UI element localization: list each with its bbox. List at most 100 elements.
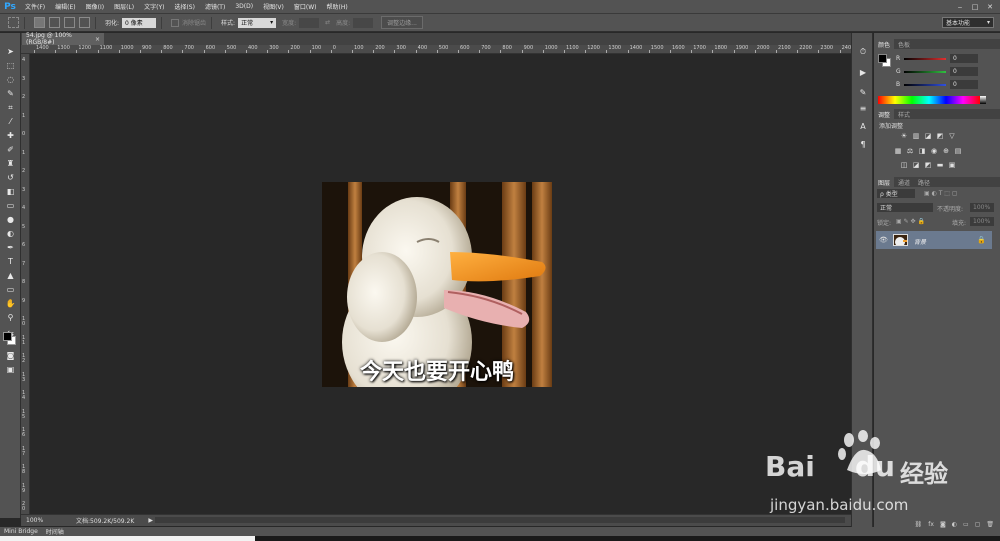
link-layers-icon[interactable]: ⛓ xyxy=(915,521,923,528)
foreground-color-swatch[interactable] xyxy=(3,332,12,341)
eraser-tool-icon[interactable]: ◧ xyxy=(5,187,16,196)
menu-filter[interactable]: 滤镜(T) xyxy=(200,2,230,11)
lasso-tool-icon[interactable]: ◌ xyxy=(5,75,16,84)
zoom-level[interactable]: 100% xyxy=(26,517,56,524)
tab-timeline[interactable]: 时间轴 xyxy=(42,527,68,536)
restore-button[interactable]: □ xyxy=(969,2,981,11)
vibrance-icon[interactable]: ▽ xyxy=(948,132,956,140)
marquee-tool-icon[interactable]: ⬚ xyxy=(5,61,16,70)
screen-mode-icon[interactable]: ▣ xyxy=(5,365,16,374)
tab-paths[interactable]: 路径 xyxy=(914,177,934,187)
stamp-tool-icon[interactable]: ♜ xyxy=(5,159,16,168)
new-selection-icon[interactable] xyxy=(34,17,45,28)
menu-type[interactable]: 文字(Y) xyxy=(139,2,169,11)
minimize-button[interactable]: ‒ xyxy=(954,2,966,11)
horizontal-scrollbar[interactable] xyxy=(155,517,845,523)
document-image[interactable]: 今天也要开心鸭 xyxy=(322,182,552,387)
shape-tool-icon[interactable]: ▭ xyxy=(5,285,16,294)
zoom-tool-icon[interactable]: ⚲ xyxy=(5,313,16,322)
black-white-icon[interactable]: ◨ xyxy=(918,147,926,155)
close-button[interactable]: ✕ xyxy=(984,2,996,11)
blend-mode-select[interactable]: 正常 xyxy=(877,203,933,212)
move-tool-icon[interactable]: ➤ xyxy=(5,47,16,56)
menu-3d[interactable]: 3D(D) xyxy=(230,3,258,10)
levels-icon[interactable]: ▥ xyxy=(912,132,920,140)
delete-layer-icon[interactable]: 🗑 xyxy=(986,521,994,528)
feather-input[interactable]: 0 像素 xyxy=(122,17,157,28)
tab-color[interactable]: 颜色 xyxy=(874,39,895,49)
pen-tool-icon[interactable]: ✒ xyxy=(5,243,16,252)
marquee-tool-preset-icon[interactable] xyxy=(8,17,19,28)
curves-icon[interactable]: ◪ xyxy=(924,132,932,140)
tab-channels[interactable]: 通道 xyxy=(894,177,914,187)
threshold-icon[interactable]: ◩ xyxy=(924,161,932,169)
document-tab[interactable]: 54.jpg @ 100%(RGB/8#) × xyxy=(22,32,104,46)
refine-edge-button[interactable]: 调整边缘... xyxy=(381,16,423,29)
channel-mixer-icon[interactable]: ⊕ xyxy=(942,147,950,155)
color-spectrum[interactable] xyxy=(878,96,980,104)
lock-icons[interactable]: ▣ ✎ ✥ 🔒 xyxy=(896,218,925,225)
quick-select-tool-icon[interactable]: ✎ xyxy=(5,89,16,98)
invert-icon[interactable]: ◫ xyxy=(900,161,908,169)
adjustment-layer-icon[interactable]: ◐ xyxy=(952,521,957,528)
status-menu-arrow-icon[interactable]: ▶ xyxy=(148,517,153,524)
healing-tool-icon[interactable]: ✚ xyxy=(5,131,16,140)
crop-tool-icon[interactable]: ⌗ xyxy=(5,103,16,112)
grayscale-ramp[interactable] xyxy=(980,96,986,104)
opacity-input[interactable]: 100% xyxy=(970,203,994,212)
gradient-map-icon[interactable]: ▬ xyxy=(936,161,944,169)
posterize-icon[interactable]: ◪ xyxy=(912,161,920,169)
group-icon[interactable]: ▭ xyxy=(963,521,969,528)
close-icon[interactable]: × xyxy=(95,36,100,43)
mask-icon[interactable]: ◙ xyxy=(940,521,946,528)
green-slider[interactable] xyxy=(904,71,946,73)
color-balance-icon[interactable]: ⚖ xyxy=(906,147,914,155)
tab-swatches[interactable]: 色板 xyxy=(894,39,914,49)
blue-value[interactable]: 0 xyxy=(950,80,978,89)
foreground-swatch[interactable] xyxy=(878,54,887,63)
brush-presets-icon[interactable]: ✎ xyxy=(858,87,868,97)
tab-mini-bridge[interactable]: Mini Bridge xyxy=(0,528,42,535)
tab-styles[interactable]: 样式 xyxy=(894,109,914,119)
menu-help[interactable]: 帮助(H) xyxy=(322,2,353,11)
gradient-tool-icon[interactable]: ▭ xyxy=(5,201,16,210)
swap-icon[interactable]: ⇄ xyxy=(325,19,330,26)
fill-input[interactable]: 100% xyxy=(970,217,994,226)
workspace-select[interactable]: 基本功能 ▾ xyxy=(942,17,994,28)
history-brush-tool-icon[interactable]: ↺ xyxy=(5,173,16,182)
add-selection-icon[interactable] xyxy=(49,17,60,28)
eyedropper-tool-icon[interactable]: ⁄ xyxy=(5,117,16,126)
menu-view[interactable]: 视图(V) xyxy=(258,2,289,11)
type-tool-icon[interactable]: T xyxy=(5,257,16,266)
path-select-tool-icon[interactable]: ▲ xyxy=(5,271,16,280)
width-input[interactable] xyxy=(299,17,320,28)
quick-mask-icon[interactable]: ◙ xyxy=(5,351,16,360)
intersect-selection-icon[interactable] xyxy=(79,17,90,28)
dodge-tool-icon[interactable]: ◐ xyxy=(5,229,16,238)
height-input[interactable] xyxy=(353,17,374,28)
properties-icon[interactable]: ≡ xyxy=(858,103,868,113)
color-lookup-icon[interactable]: ▤ xyxy=(954,147,962,155)
brush-tool-icon[interactable]: ✐ xyxy=(5,145,16,154)
menu-window[interactable]: 窗口(W) xyxy=(289,2,322,11)
style-select[interactable]: 正常 ▾ xyxy=(238,17,277,28)
actions-icon[interactable]: ▶ xyxy=(858,67,868,77)
photo-filter-icon[interactable]: ◉ xyxy=(930,147,938,155)
red-value[interactable]: 0 xyxy=(950,54,978,63)
brightness-icon[interactable]: ☀ xyxy=(900,132,908,140)
visibility-eye-icon[interactable]: 👁 xyxy=(879,236,888,244)
menu-layer[interactable]: 图层(L) xyxy=(109,2,139,11)
menu-file[interactable]: 文件(F) xyxy=(20,2,50,11)
history-icon[interactable]: ⏱ xyxy=(858,47,868,57)
red-slider[interactable] xyxy=(904,58,946,60)
selective-color-icon[interactable]: ▣ xyxy=(948,161,956,169)
tab-layers[interactable]: 图层 xyxy=(874,177,895,187)
menu-edit[interactable]: 编辑(E) xyxy=(50,2,80,11)
blur-tool-icon[interactable]: ● xyxy=(5,215,16,224)
fx-icon[interactable]: fx xyxy=(928,521,934,528)
layer-kind-filter[interactable]: ρ 类型 xyxy=(877,189,915,198)
menu-image[interactable]: 图像(I) xyxy=(81,2,109,11)
paragraph-icon[interactable]: ¶ xyxy=(858,139,868,149)
menu-select[interactable]: 选择(S) xyxy=(169,2,200,11)
layer-name[interactable]: 背景 xyxy=(914,237,926,246)
